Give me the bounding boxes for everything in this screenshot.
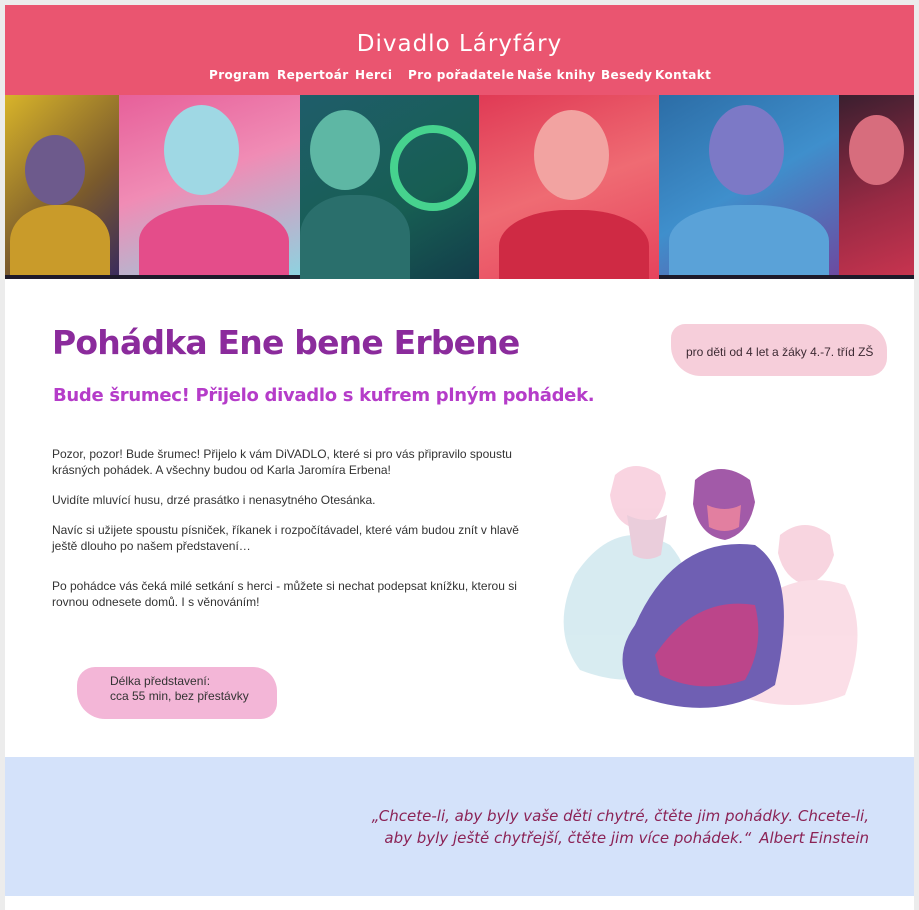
site-header: Divadlo Láryfáry Program Repertoár Herci… [5, 5, 914, 95]
hero-photo-1 [5, 95, 119, 275]
nav-program[interactable]: Program [209, 68, 270, 82]
hero-photo-4 [479, 95, 659, 279]
description-paragraph-1: Pozor, pozor! Bude šrumec! Přijelo k vám… [52, 447, 512, 477]
quote-author: Albert Einstein [759, 829, 869, 847]
nav-kontakt[interactable]: Kontakt [655, 68, 711, 82]
hero-photo-2 [119, 95, 300, 275]
show-subtitle: Bude šrumec! Přijelo divadlo s kufrem pl… [53, 385, 595, 406]
description-paragraph-4: Po pohádce vás čeká milé setkání s herci… [52, 579, 517, 609]
description-paragraph-3: Navíc si užijete spoustu písniček, říkan… [52, 523, 519, 553]
actors-illustration [563, 466, 858, 708]
show-title: Pohádka Ene bene Erbene [52, 323, 520, 362]
duration-value: cca 55 min, bez přestávky [110, 689, 249, 703]
nav-besedy[interactable]: Besedy [601, 68, 652, 82]
hero-photo-5 [659, 95, 839, 275]
main-nav: Program Repertoár Herci Pro pořadatele N… [5, 68, 914, 88]
nav-repertoar[interactable]: Repertoár [277, 68, 349, 82]
nav-herci[interactable]: Herci [355, 68, 392, 82]
hero-photo-6 [839, 95, 914, 275]
hero-photo-3 [300, 95, 479, 279]
nav-pro-poradatele[interactable]: Pro pořadatele [408, 68, 514, 82]
nav-nase-knihy[interactable]: Naše knihy [517, 68, 596, 82]
quote: „Chcete-li, aby byly vaše děti chytré, č… [349, 805, 869, 849]
hero-photo-strip [5, 95, 914, 279]
site-title[interactable]: Divadlo Láryfáry [5, 31, 914, 57]
duration-label: Délka představení: [110, 674, 211, 688]
age-text: pro děti od 4 let a žáky 4.-7. tříd ZŠ [686, 345, 874, 359]
description-paragraph-2: Uvidíte mluvící husu, drzé prasátko i ne… [52, 493, 376, 507]
page: Divadlo Láryfáry Program Repertoár Herci… [5, 5, 914, 910]
